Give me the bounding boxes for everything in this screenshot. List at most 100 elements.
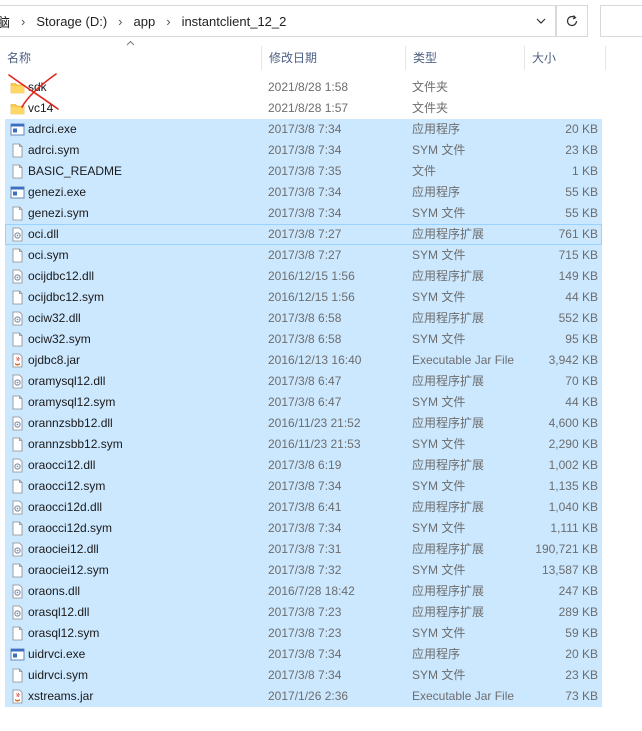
address-bar-area: 脑 › Storage (D:) › app › instantclient_1… bbox=[0, 0, 642, 42]
file-date-modified: 2017/3/8 6:58 bbox=[268, 311, 342, 325]
file-row[interactable]: oci.sym 2017/3/8 7:27 SYM 文件 715 KB bbox=[5, 245, 602, 266]
file-type: 应用程序扩展 bbox=[412, 542, 485, 556]
column-divider[interactable] bbox=[605, 46, 606, 70]
file-icon bbox=[10, 395, 25, 410]
address-bar[interactable]: 脑 › Storage (D:) › app › instantclient_1… bbox=[0, 5, 556, 37]
column-header-date[interactable]: 修改日期 bbox=[262, 44, 406, 72]
column-header-size[interactable]: 大小 bbox=[525, 44, 605, 72]
file-size: 70 KB bbox=[565, 374, 598, 388]
file-row[interactable]: oraociei12.dll 2017/3/8 7:31 应用程序扩展 190,721… bbox=[5, 539, 602, 560]
file-size: 761 KB bbox=[558, 227, 598, 241]
breadcrumb-app[interactable]: app bbox=[128, 14, 162, 29]
exe-icon bbox=[10, 122, 25, 137]
file-size: 4,600 KB bbox=[548, 416, 598, 430]
breadcrumb-this-pc[interactable]: 脑 bbox=[0, 12, 16, 31]
file-name: adrci.sym bbox=[28, 143, 80, 157]
file-row[interactable]: xstreams.jar 2017/1/26 2:36 Executable Jar… bbox=[5, 686, 602, 707]
file-row[interactable]: orannzsbb12.dll 2016/11/23 21:52 应用程序扩展 4,6… bbox=[5, 413, 602, 434]
column-headers: 名称 修改日期 类型 大小 bbox=[0, 44, 642, 72]
file-date-modified: 2017/3/8 7:27 bbox=[268, 248, 342, 262]
file-date-modified: 2017/3/8 7:27 bbox=[268, 227, 342, 241]
file-size: 2,290 KB bbox=[548, 437, 598, 451]
dll-icon bbox=[10, 374, 25, 389]
file-name: orannzsbb12.dll bbox=[28, 416, 113, 430]
dll-icon bbox=[10, 416, 25, 431]
file-row[interactable]: oraociei12.sym 2017/3/8 7:32 SYM 文件 13,587 … bbox=[5, 560, 602, 581]
file-name: ocijdbc12.dll bbox=[28, 269, 95, 283]
file-row[interactable]: oraons.dll 2016/7/28 18:42 应用程序扩展 247 KB bbox=[5, 581, 602, 602]
file-date-modified: 2021/8/28 1:57 bbox=[268, 101, 349, 115]
dll-icon bbox=[10, 269, 25, 284]
file-row[interactable]: adrci.sym 2017/3/8 7:34 SYM 文件 23 KB bbox=[5, 140, 602, 161]
file-date-modified: 2016/12/15 1:56 bbox=[268, 269, 355, 283]
file-row[interactable]: uidrvci.sym 2017/3/8 7:34 SYM 文件 23 KB bbox=[5, 665, 602, 686]
breadcrumb-separator[interactable]: › bbox=[113, 14, 127, 29]
file-row[interactable]: orasql12.dll 2017/3/8 7:23 应用程序扩展 289 KB bbox=[5, 602, 602, 623]
file-type: 应用程序 bbox=[412, 122, 461, 136]
file-date-modified: 2017/3/8 7:34 bbox=[268, 185, 342, 199]
file-date-modified: 2017/3/8 7:34 bbox=[268, 521, 342, 535]
file-row[interactable]: orasql12.sym 2017/3/8 7:23 SYM 文件 59 KB bbox=[5, 623, 602, 644]
file-type: 应用程序扩展 bbox=[412, 605, 485, 619]
breadcrumb-storage[interactable]: Storage (D:) bbox=[30, 14, 113, 29]
file-date-modified: 2016/7/28 18:42 bbox=[268, 584, 355, 598]
file-name: oraocci12.sym bbox=[28, 479, 106, 493]
column-header-type[interactable]: 类型 bbox=[406, 44, 525, 72]
file-date-modified: 2017/3/8 7:32 bbox=[268, 563, 342, 577]
file-type: 应用程序扩展 bbox=[412, 500, 485, 514]
file-row[interactable]: oci.dll 2017/3/8 7:27 应用程序扩展 761 KB bbox=[5, 224, 602, 245]
file-row[interactable]: ocijdbc12.sym 2016/12/15 1:56 SYM 文件 44 KB bbox=[5, 287, 602, 308]
column-header-name[interactable]: 名称 bbox=[0, 44, 262, 72]
file-row[interactable]: sdk 2021/8/28 1:58 文件夹 bbox=[5, 77, 602, 98]
file-size: 289 KB bbox=[558, 605, 598, 619]
file-row[interactable]: oraocci12d.dll 2017/3/8 6:41 应用程序扩展 1,040 K… bbox=[5, 497, 602, 518]
file-name: orasql12.sym bbox=[28, 626, 100, 640]
file-icon bbox=[10, 479, 25, 494]
file-size: 13,587 KB bbox=[541, 563, 598, 577]
file-date-modified: 2016/12/13 16:40 bbox=[268, 353, 362, 367]
file-size: 44 KB bbox=[565, 395, 598, 409]
file-type: 文件 bbox=[412, 164, 437, 178]
file-name: ocijdbc12.sym bbox=[28, 290, 105, 304]
file-name: oraocci12.dll bbox=[28, 458, 96, 472]
file-name: uidrvci.sym bbox=[28, 668, 89, 682]
file-date-modified: 2017/3/8 7:23 bbox=[268, 626, 342, 640]
file-type: 文件夹 bbox=[412, 80, 449, 94]
file-row[interactable]: oraocci12.dll 2017/3/8 6:19 应用程序扩展 1,002 KB bbox=[5, 455, 602, 476]
file-row[interactable]: orannzsbb12.sym 2016/11/23 21:53 SYM 文件 2,2… bbox=[5, 434, 602, 455]
file-name: oraons.dll bbox=[28, 584, 81, 598]
dll-icon bbox=[10, 605, 25, 620]
file-row[interactable]: genezi.sym 2017/3/8 7:34 SYM 文件 55 KB bbox=[5, 203, 602, 224]
file-row[interactable]: BASIC_README 2017/3/8 7:35 文件 1 KB bbox=[5, 161, 602, 182]
file-row[interactable]: ociw32.dll 2017/3/8 6:58 应用程序扩展 552 KB bbox=[5, 308, 602, 329]
file-size: 1,135 KB bbox=[548, 479, 598, 493]
file-row[interactable]: genezi.exe 2017/3/8 7:34 应用程序 55 KB bbox=[5, 182, 602, 203]
file-row[interactable]: oraocci12.sym 2017/3/8 7:34 SYM 文件 1,135 KB bbox=[5, 476, 602, 497]
file-row[interactable]: ociw32.sym 2017/3/8 6:58 SYM 文件 95 KB bbox=[5, 329, 602, 350]
file-row[interactable]: ocijdbc12.dll 2016/12/15 1:56 应用程序扩展 149 KB bbox=[5, 266, 602, 287]
file-size: 59 KB bbox=[565, 626, 598, 640]
dll-icon bbox=[10, 227, 25, 242]
file-row[interactable]: vc14 2021/8/28 1:57 文件夹 bbox=[5, 98, 602, 119]
file-row[interactable]: adrci.exe 2017/3/8 7:34 应用程序 20 KB bbox=[5, 119, 602, 140]
file-row[interactable]: oramysql12.dll 2017/3/8 6:47 应用程序扩展 70 KB bbox=[5, 371, 602, 392]
file-size: 20 KB bbox=[565, 647, 598, 661]
file-row[interactable]: oramysql12.sym 2017/3/8 6:47 SYM 文件 44 KB bbox=[5, 392, 602, 413]
file-type: SYM 文件 bbox=[412, 395, 466, 409]
file-row[interactable]: uidrvci.exe 2017/3/8 7:34 应用程序 20 KB bbox=[5, 644, 602, 665]
file-size: 1,002 KB bbox=[548, 458, 598, 472]
file-icon bbox=[10, 626, 25, 641]
chevron-down-icon bbox=[536, 18, 546, 24]
file-icon bbox=[10, 563, 25, 578]
file-row[interactable]: oraocci12d.sym 2017/3/8 7:34 SYM 文件 1,111 K… bbox=[5, 518, 602, 539]
breadcrumb-separator[interactable]: › bbox=[16, 14, 30, 29]
file-row[interactable]: ojdbc8.jar 2016/12/13 16:40 Executable Jar… bbox=[5, 350, 602, 371]
refresh-button[interactable] bbox=[556, 5, 588, 37]
address-history-dropdown[interactable] bbox=[527, 6, 555, 36]
file-icon bbox=[10, 668, 25, 683]
file-icon bbox=[10, 206, 25, 221]
jar-icon bbox=[10, 689, 25, 704]
breadcrumb-separator[interactable]: › bbox=[161, 14, 175, 29]
search-input[interactable] bbox=[600, 5, 642, 37]
breadcrumb-instantclient[interactable]: instantclient_12_2 bbox=[176, 14, 293, 29]
